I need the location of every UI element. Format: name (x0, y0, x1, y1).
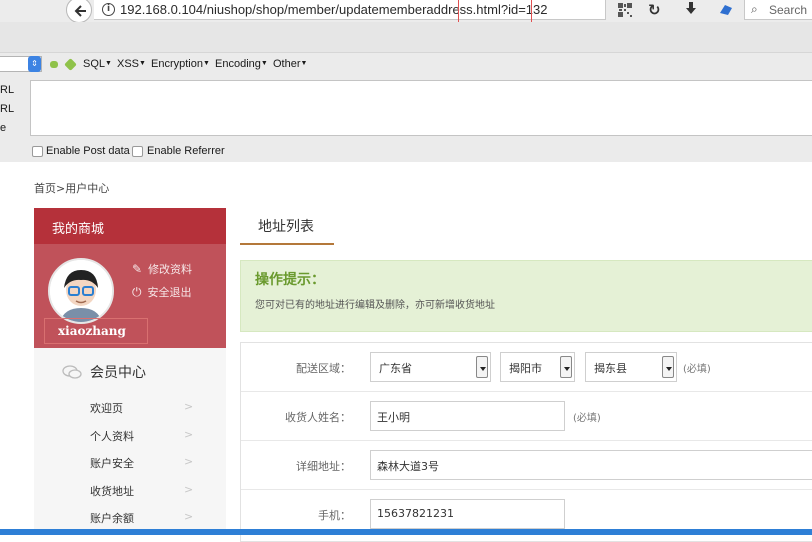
chevron-right-icon: > (184, 455, 194, 468)
tip-description: 您可对已有的地址进行编辑及删除，亦可新增收货地址 (255, 300, 495, 311)
dropdown-arrow-icon (476, 356, 488, 378)
required-note: (必填) (683, 364, 711, 375)
address-form: 配送区域： 广东省 揭阳市 揭东县 (必填) 收货人姓名： 王小明 (必填) 详… (240, 342, 812, 542)
window-bottom-border (0, 529, 812, 535)
side-label[interactable]: e (0, 119, 14, 138)
logout-link[interactable]: ⏻ 安全退出 (132, 284, 192, 300)
member-nav: 会员中心 欢迎页 > 个人资料 > 账户安全 > 收货地址 > 账户余额 > (34, 348, 226, 533)
nav-item-balance[interactable]: 账户余额 (90, 510, 134, 526)
hackbar-side-labels: RL RL e (0, 81, 14, 138)
menu-sql[interactable]: SQL▼ (83, 58, 112, 70)
region-label: 配送区域： (296, 362, 351, 375)
address-label: 详细地址： (296, 460, 351, 473)
chevron-right-icon: > (184, 510, 194, 523)
browser-toolbar: i 192.168.0.104/niushop/shop/member/upda… (0, 0, 812, 24)
breadcrumb[interactable]: 首页>用户中心 (34, 180, 109, 196)
region-row: 配送区域： 广东省 揭阳市 揭东县 (必填) (241, 343, 812, 392)
required-note: (必填) (573, 413, 601, 424)
chevron-right-icon: > (184, 400, 194, 413)
browser-search-input[interactable]: ⌕ Search (744, 0, 812, 20)
tab-address-list[interactable]: 地址列表 (240, 208, 334, 245)
menu-xss[interactable]: XSS▼ (117, 58, 146, 70)
chevron-right-icon: > (184, 428, 194, 441)
member-center-title: 会员中心 (90, 365, 146, 381)
sidebar-header: 我的商城 (34, 208, 226, 244)
province-select[interactable]: 广东省 (370, 352, 491, 382)
download-icon[interactable] (684, 1, 698, 17)
hackbar-panel: ⇕ SQL▼ XSS▼ Encryption▼ Encoding▼ Other▼… (0, 52, 812, 162)
enable-post-checkbox[interactable] (32, 146, 43, 157)
chat-bubble-icon (62, 365, 82, 379)
qr-code-icon[interactable] (618, 3, 632, 17)
hackbar-url-textarea[interactable] (30, 80, 812, 136)
url-id-highlight (458, 0, 532, 24)
nav-item-profile[interactable]: 个人资料 (90, 428, 134, 444)
dropdown-arrow-icon (662, 356, 674, 378)
nav-item-address[interactable]: 收货地址 (90, 483, 134, 499)
side-label[interactable]: RL (0, 100, 14, 119)
sidebar-title: 我的商城 (52, 222, 105, 237)
detail-address-input[interactable]: 森林大道3号 (370, 450, 812, 480)
avatar[interactable] (48, 258, 114, 324)
extension-icon[interactable] (718, 3, 734, 17)
operation-tip: 操作提示： 您可对已有的地址进行编辑及删除，亦可新增收货地址 (240, 260, 812, 332)
enable-referrer-checkbox[interactable] (132, 146, 143, 157)
menu-other[interactable]: Other▼ (273, 58, 307, 70)
nav-item-security[interactable]: 账户安全 (90, 455, 134, 471)
chevron-right-icon: > (184, 483, 194, 496)
menu-encoding[interactable]: Encoding▼ (215, 58, 268, 70)
city-select[interactable]: 揭阳市 (500, 352, 575, 382)
back-arrow-icon (74, 5, 86, 17)
power-icon: ⏻ (132, 285, 142, 299)
phone-input[interactable]: 15637821231 (370, 499, 565, 529)
dropdown-arrow-icon (560, 356, 572, 378)
name-label: 收货人姓名： (285, 411, 351, 424)
back-button[interactable] (66, 0, 92, 23)
info-icon[interactable]: i (102, 3, 115, 16)
phone-label: 手机： (318, 509, 351, 522)
edit-profile-link[interactable]: ✎ 修改资料 (132, 261, 192, 277)
username-highlight (44, 318, 148, 344)
district-select[interactable]: 揭东县 (585, 352, 677, 382)
menu-encryption[interactable]: Encryption▼ (151, 58, 210, 70)
recipient-name-input[interactable]: 王小明 (370, 401, 565, 431)
select-arrows-icon[interactable]: ⇕ (28, 56, 41, 72)
search-icon: ⌕ (751, 2, 758, 16)
pencil-icon: ✎ (132, 262, 143, 276)
name-row: 收货人姓名： 王小明 (必填) (241, 392, 812, 441)
decrease-icon[interactable] (50, 61, 58, 68)
avatar-image (50, 260, 112, 322)
address-row: 详细地址： 森林大道3号 (241, 441, 812, 490)
enable-referrer-label[interactable]: Enable Referrer (147, 145, 225, 157)
side-label[interactable]: RL (0, 81, 14, 100)
reload-icon[interactable]: ↻ (648, 1, 661, 19)
enable-post-label[interactable]: Enable Post data (46, 145, 130, 157)
increase-icon[interactable] (64, 58, 77, 71)
tip-title: 操作提示： (255, 272, 325, 288)
bookmark-toolbar (0, 22, 812, 52)
nav-item-welcome[interactable]: 欢迎页 (90, 400, 123, 416)
